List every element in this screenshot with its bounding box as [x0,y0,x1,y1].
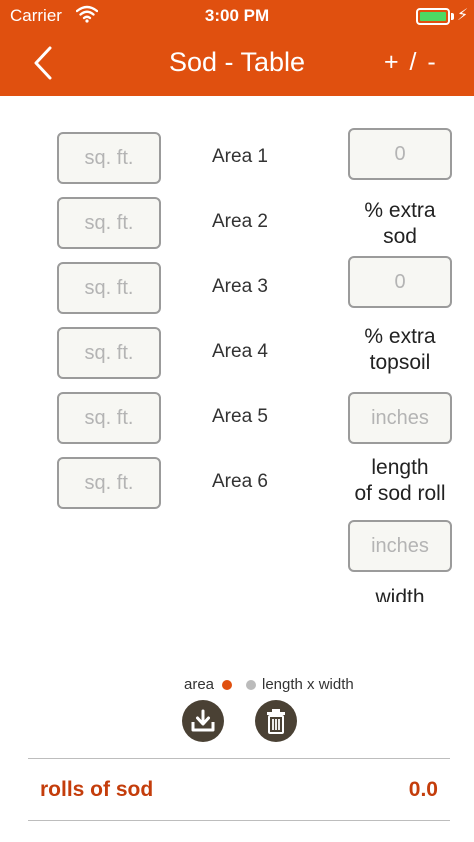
battery-tip [451,13,454,20]
extra-topsoil-label-line2: topsoil [369,351,431,374]
area-1-input[interactable] [57,132,161,184]
result-divider-bottom [28,820,450,821]
mode-length-width-label: length x width [262,676,354,693]
save-button[interactable] [182,700,224,742]
area-3-field[interactable] [59,264,159,312]
download-tray-icon [191,709,215,732]
trash-icon [267,709,285,734]
clear-button[interactable] [255,700,297,742]
extra-topsoil-label-line1: % extra [364,325,436,348]
charging-bolt-icon: ⚡ [457,7,469,24]
area-5-label: Area 5 [212,406,268,427]
area-4-field[interactable] [59,329,159,377]
area-2-label: Area 2 [212,211,268,232]
area-6-input[interactable] [57,457,161,509]
area-6-field[interactable] [59,459,159,507]
area-3-input[interactable] [57,262,161,314]
result-divider-top [28,758,450,759]
status-bar: Carrier 3:00 PM ⚡ [0,0,474,32]
roll-length-field[interactable] [350,394,450,442]
mode-area-label: area [184,676,215,693]
area-2-input[interactable] [57,197,161,249]
roll-length-label: length of sod roll [330,455,470,507]
area-3-label: Area 3 [212,276,268,297]
extra-topsoil-label: % extra topsoil [330,324,470,376]
extra-sod-input[interactable] [348,128,452,180]
roll-width-field[interactable] [350,522,450,570]
rolls-of-sod-value: 0.0 [408,778,438,801]
roll-width-input[interactable] [348,520,452,572]
add-remove-areas-button[interactable]: + / - [384,48,438,77]
mode-area-radio[interactable] [222,680,232,690]
area-4-label: Area 4 [212,341,268,362]
extra-topsoil-input[interactable] [348,256,452,308]
area-1-field[interactable] [59,134,159,182]
extra-sod-label-line2: sod [383,225,417,248]
extra-sod-label-line1: % extra [364,199,436,222]
area-6-label: Area 6 [212,471,268,492]
rolls-of-sod-label: rolls of sod [40,778,154,801]
mode-length-width-radio[interactable] [246,680,256,690]
area-4-input[interactable] [57,327,161,379]
extra-topsoil-field[interactable] [350,258,450,306]
roll-width-label-line1: width [375,586,425,602]
app-header: Carrier 3:00 PM ⚡ Sod - Table + / - [0,0,474,96]
status-time: 3:00 PM [204,6,270,25]
battery-icon [416,8,450,25]
area-5-field[interactable] [59,394,159,442]
roll-length-input[interactable] [348,392,452,444]
area-5-input[interactable] [57,392,161,444]
area-1-label: Area 1 [212,146,268,167]
area-2-field[interactable] [59,199,159,247]
extra-sod-label: % extra sod [330,198,470,250]
roll-length-label-line2: of sod roll [354,482,446,505]
roll-length-label-line1: length [371,456,429,479]
extra-sod-field[interactable] [350,130,450,178]
roll-width-label: width [330,582,474,602]
